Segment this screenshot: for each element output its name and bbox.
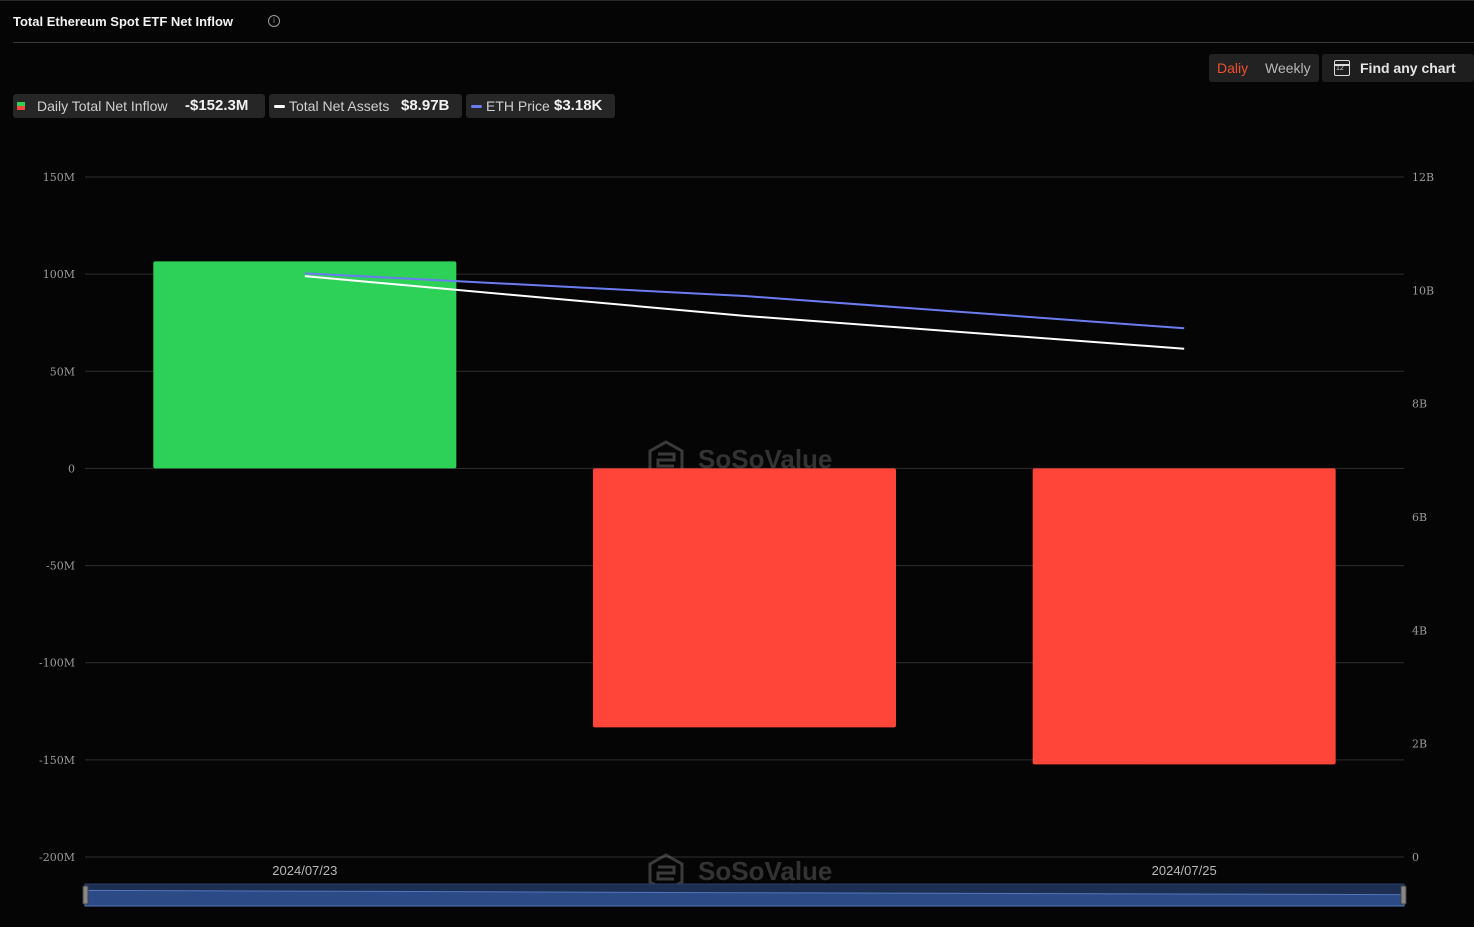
zoom-slider-left-handle[interactable] [82,885,89,905]
y-left-tick-label: 50M [50,365,75,378]
y-right-tick-label: 8B [1412,398,1427,411]
y-left-tick-label: 100M [43,268,75,281]
bar-2024-07-25 [1032,468,1336,765]
y-right-tick-label: 12B [1412,171,1434,184]
zoom-slider-right-handle[interactable] [1400,885,1407,905]
y-left-tick-label: -150M [39,754,75,767]
y-left-tick-label: -50M [46,560,75,573]
x-tick-label: 2024/07/23 [272,863,337,878]
y-left-tick-label: -200M [39,851,75,864]
y-right-tick-label: 2B [1412,738,1427,751]
bar-2024-07-23 [153,261,457,469]
y-right-tick-label: 4B [1412,624,1427,637]
net-inflow-chart: SoSoValueSoSoValuesosovalue.com 150M100M… [39,171,1434,907]
y-left-tick-label: 0 [68,462,75,475]
y-left-tick-label: -100M [39,657,75,670]
y-right-tick-label: 10B [1412,284,1434,297]
y-right-tick-label: 0 [1412,851,1419,864]
y-right-tick-label: 6B [1412,511,1427,524]
logo-mark-shape [656,452,676,468]
bar-2024-07-24 [593,468,896,728]
y-left-tick-label: 150M [43,171,75,184]
x-tick-label: 2024/07/25 [1152,863,1217,878]
logo-mark-shape [656,865,676,881]
